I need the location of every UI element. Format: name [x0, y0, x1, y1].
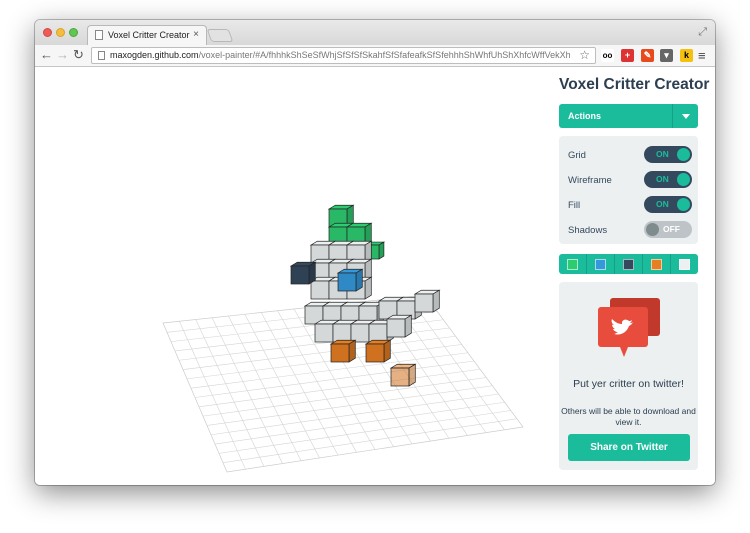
- bookmark-star-icon[interactable]: ☆: [579, 48, 590, 62]
- shadows-toggle[interactable]: OFF: [644, 221, 692, 238]
- tab-bar: Voxel Critter Creator × ⤢: [35, 20, 715, 45]
- page-icon: [95, 30, 103, 40]
- extension-pocket-icon[interactable]: ▾: [660, 49, 673, 62]
- window-minimize-button[interactable]: [56, 28, 65, 37]
- color-swatch-white[interactable]: [679, 259, 690, 270]
- settings-panel: Grid ON Wireframe ON Fill ON Shadows OFF: [559, 136, 698, 244]
- color-swatch-green[interactable]: [567, 259, 578, 270]
- setting-label: Shadows: [568, 225, 608, 236]
- setting-label: Grid: [568, 150, 586, 161]
- url-path: /voxel-painter/#A/fhhhkShSeSfWhjSfSfSfSk…: [198, 50, 570, 60]
- toggle-knob: [646, 223, 659, 236]
- window-close-button[interactable]: [43, 28, 52, 37]
- grid-toggle[interactable]: ON: [644, 146, 692, 163]
- toggle-knob: [677, 198, 690, 211]
- toggle-state: OFF: [663, 224, 680, 234]
- setting-fill: Fill ON: [568, 196, 692, 216]
- setting-wireframe: Wireframe ON: [568, 171, 692, 191]
- palette-divider: [642, 254, 643, 274]
- extension-k-icon[interactable]: k: [680, 49, 693, 62]
- toggle-state: ON: [656, 149, 669, 159]
- color-palette: [559, 254, 698, 274]
- share-description: Others will be able to download and view…: [561, 406, 696, 427]
- browser-menu-icon[interactable]: ≡: [698, 48, 706, 63]
- address-bar[interactable]: maxogden.github.com/voxel-painter/#A/fhh…: [91, 47, 596, 64]
- voxel-scene: [162, 204, 524, 473]
- share-card: Put yer critter on twitter! Others will …: [559, 282, 698, 470]
- wireframe-toggle[interactable]: ON: [644, 171, 692, 188]
- toggle-state: ON: [656, 199, 669, 209]
- fullscreen-icon[interactable]: ⤢: [698, 26, 707, 39]
- tab-title: Voxel Critter Creator: [108, 30, 190, 40]
- tab-close-icon[interactable]: ×: [193, 29, 199, 40]
- browser-window: Voxel Critter Creator × ⤢ ← → ↻ maxogden…: [35, 20, 715, 485]
- palette-divider: [614, 254, 615, 274]
- color-swatch-orange[interactable]: [651, 259, 662, 270]
- page-icon: [98, 51, 105, 60]
- extension-glasses-icon[interactable]: oo: [601, 49, 614, 62]
- actions-label: Actions: [568, 111, 602, 121]
- url-host: maxogden.github.com: [110, 50, 199, 60]
- extension-edit-icon[interactable]: ✎: [641, 49, 654, 62]
- app-title: Voxel Critter Creator: [559, 76, 710, 93]
- fill-toggle[interactable]: ON: [644, 196, 692, 213]
- share-on-twitter-button[interactable]: Share on Twitter: [568, 434, 690, 461]
- toggle-knob: [677, 148, 690, 161]
- setting-shadows: Shadows OFF: [568, 221, 692, 241]
- color-swatch-navy[interactable]: [623, 259, 634, 270]
- actions-dropdown[interactable]: Actions: [559, 104, 698, 128]
- extension-red-icon[interactable]: +: [621, 49, 634, 62]
- browser-toolbar: ← → ↻ maxogden.github.com/voxel-painter/…: [35, 45, 715, 67]
- setting-label: Wireframe: [568, 175, 612, 186]
- url-text[interactable]: maxogden.github.com/voxel-painter/#A/fhh…: [110, 50, 570, 60]
- share-heading: Put yer critter on twitter!: [573, 378, 684, 390]
- setting-grid: Grid ON: [568, 146, 692, 166]
- caret-down-icon[interactable]: [672, 104, 698, 128]
- toggle-knob: [677, 173, 690, 186]
- browser-tab[interactable]: Voxel Critter Creator ×: [87, 25, 207, 45]
- palette-divider: [586, 254, 587, 274]
- new-tab-button[interactable]: [206, 29, 234, 42]
- reload-button[interactable]: ↻: [73, 47, 84, 63]
- toggle-state: ON: [656, 174, 669, 184]
- twitter-bubble-icon: [598, 298, 660, 357]
- forward-button[interactable]: →: [56, 47, 69, 62]
- back-button[interactable]: ←: [40, 47, 53, 62]
- color-swatch-blue[interactable]: [595, 259, 606, 270]
- setting-label: Fill: [568, 200, 581, 211]
- palette-divider: [670, 254, 671, 274]
- window-maximize-button[interactable]: [69, 28, 78, 37]
